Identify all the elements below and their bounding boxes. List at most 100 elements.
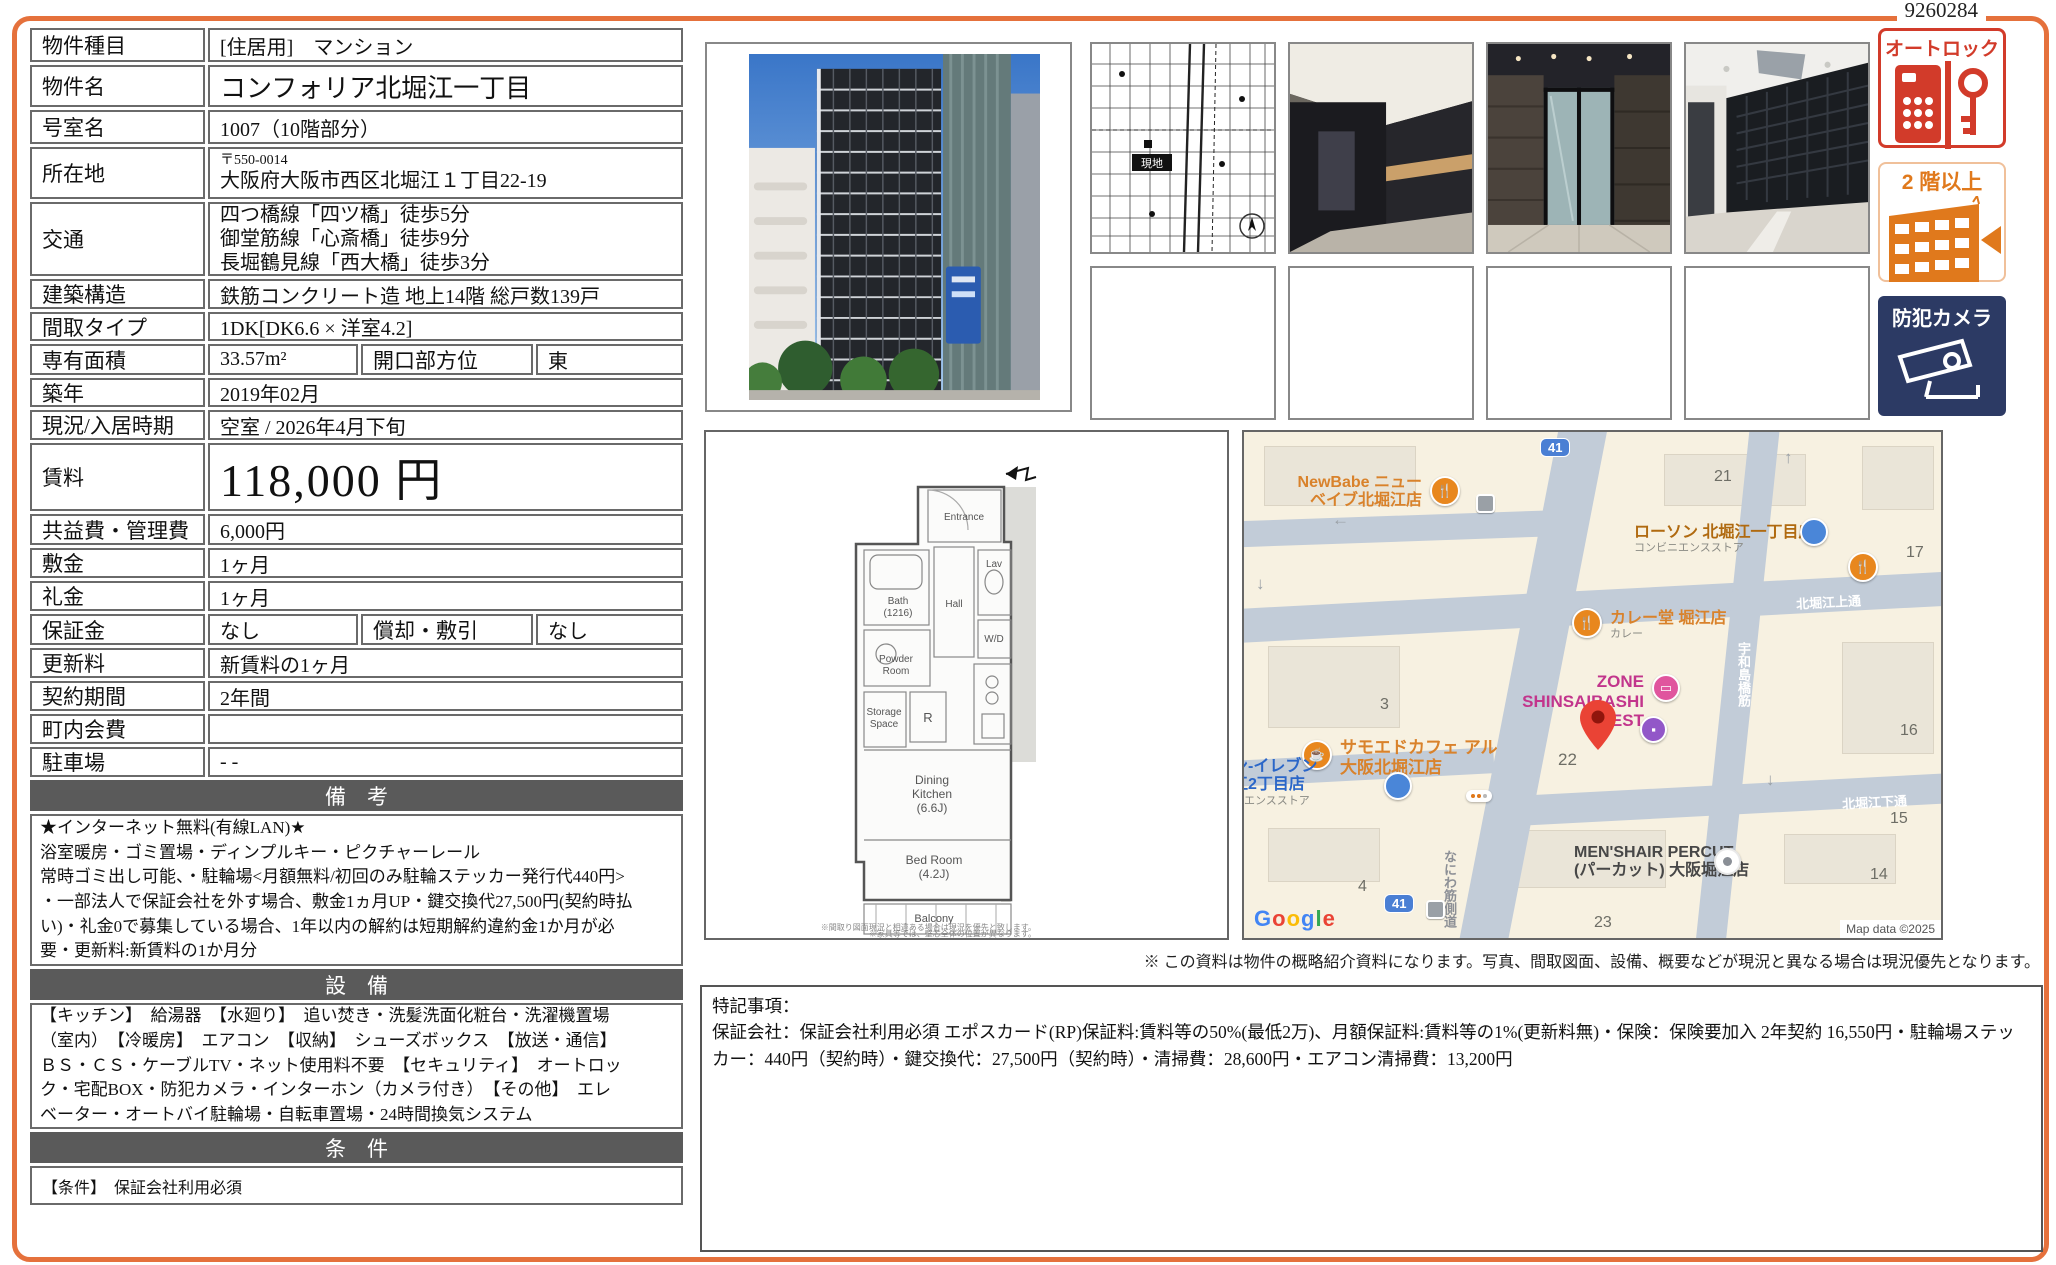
row-value: 6,000円 xyxy=(208,514,683,545)
badge-security-camera-label: 防犯カメラ xyxy=(1878,302,2006,331)
row-label: 賃料 xyxy=(30,443,205,511)
svg-text:※家具等では、壁芯全体の位置が異なります。: ※家具等では、壁芯全体の位置が異なります。 xyxy=(869,929,1036,939)
badge-autolock: オートロック xyxy=(1878,28,2006,148)
svg-text:Kitchen: Kitchen xyxy=(912,787,952,801)
poi-lawson[interactable]: ローソン 北堀江一丁目店 コンビニエンスストア xyxy=(1634,524,1814,555)
poi-newbabe[interactable]: NewBabe ニューベイブ北堀江店 xyxy=(1272,474,1422,511)
destination-pin-icon[interactable] xyxy=(1580,700,1616,750)
restaurant-pin-icon[interactable]: 🍴 xyxy=(1848,552,1878,582)
table-row: 更新料 新賃料の1ヶ月 xyxy=(30,648,683,678)
empty-photo-box xyxy=(1288,266,1474,420)
empty-photo-box xyxy=(1486,266,1672,420)
traffic-signal-icon xyxy=(1466,790,1492,802)
address: 大阪府大阪市西区北堀江１丁目22-19 xyxy=(220,169,547,193)
exterior-photo xyxy=(705,42,1072,412)
row-value: 空室 / 2026年4月下旬 xyxy=(208,410,683,440)
special-notes-body: 保証会社：保証会社利用必須 エポスカード(RP)保証料:賃料等の50%(最低2万… xyxy=(712,1019,2031,1072)
row-label: 築年 xyxy=(30,378,205,407)
site-map-thumbnail: 現地 xyxy=(1090,42,1276,254)
row-value: 鉄筋コンクリート造 地上14階 総戸数139戸 xyxy=(208,279,683,309)
convenience-pin-icon[interactable] xyxy=(1800,518,1828,546)
badge-second-floor-plus: 2 階以上 xyxy=(1878,162,2006,282)
transit-line: 四つ橋線「四ツ橋」徒歩5分 xyxy=(220,203,470,227)
row-value: - - xyxy=(208,747,683,777)
poi-seven-eleven[interactable]: セブン-イレブン北堀江2丁目店 コンビニエンスストア xyxy=(1242,758,1317,807)
table-row: 共益費・管理費 6,000円 xyxy=(30,514,683,545)
row-label: 現況/入居時期 xyxy=(30,410,205,440)
road-label: 宇和島橋筋 xyxy=(1734,642,1753,707)
svg-text:Storage: Storage xyxy=(866,707,901,718)
hotel-pin-icon[interactable]: ▭ xyxy=(1652,674,1680,702)
google-logo: Google xyxy=(1254,906,1336,932)
table-row: 駐車場 - - xyxy=(30,747,683,777)
badge-second-floor-label: 2 階以上 xyxy=(1880,166,2004,196)
block-number: 21 xyxy=(1714,468,1732,486)
row-label: 敷金 xyxy=(30,548,205,578)
row-label-2: 開口部方位 xyxy=(361,344,533,375)
rent-value: 118,000 円 xyxy=(208,443,683,511)
row-value: 1ヶ月 xyxy=(208,548,683,578)
table-row: 専有面積 33.57m² 開口部方位 東 xyxy=(30,344,683,375)
map-copyright: Map data ©2025 xyxy=(1840,920,1941,938)
row-label: 所在地 xyxy=(30,147,205,199)
row-value: 新賃料の1ヶ月 xyxy=(208,648,683,678)
traffic-arrow-icon: ↓ xyxy=(1766,770,1775,790)
svg-text:Dining: Dining xyxy=(915,773,949,787)
transit-line: 御堂筋線「心斎橋」徒歩9分 xyxy=(220,227,470,251)
map-building xyxy=(1862,446,1934,510)
svg-text:W/D: W/D xyxy=(984,634,1003,645)
floorplan-drawing: Entrance Bath (1216) Hall Lav W/D Powder… xyxy=(706,432,1227,938)
convenience-pin-icon[interactable] xyxy=(1384,772,1412,800)
row-label: 更新料 xyxy=(30,648,205,678)
special-notes-title: 特記事項： xyxy=(712,993,2031,1019)
table-row: 号室名 1007（10階部分） xyxy=(30,110,683,144)
poi-curry[interactable]: カレー堂 堀江店 カレー xyxy=(1610,610,1726,641)
map-building xyxy=(1268,828,1380,882)
table-row: 町内会費 xyxy=(30,714,683,744)
corridor-illustration xyxy=(1290,44,1472,252)
property-table: 物件種目 [住居用] マンション 物件名 コンフォリア北堀江一丁目 号室名 10… xyxy=(30,28,683,1205)
special-notes-box: 特記事項： 保証会社：保証会社利用必須 エポスカード(RP)保証料:賃料等の50… xyxy=(700,985,2043,1252)
empty-photo-box xyxy=(1090,266,1276,420)
row-label: 交通 xyxy=(30,202,205,276)
traffic-arrow-icon: ← xyxy=(1332,510,1349,530)
traffic-arrow-icon: ↑ xyxy=(1784,448,1793,468)
table-row: 間取タイプ 1DK[DK6.6 × 洋室4.2] xyxy=(30,312,683,341)
restaurant-pin-icon[interactable]: 🍴 xyxy=(1430,476,1460,506)
row-label-2: 償却・敷引 xyxy=(361,614,533,645)
svg-text:Hall: Hall xyxy=(945,599,962,610)
row-label: 町内会費 xyxy=(30,714,205,744)
svg-text:Bath: Bath xyxy=(888,596,909,607)
row-value: 1ヶ月 xyxy=(208,581,683,611)
joken-content: 【条件】 保証会社利用必須 xyxy=(30,1166,683,1205)
row-label: 保証金 xyxy=(30,614,205,645)
map-building xyxy=(1268,646,1400,728)
row-value: 33.57m² xyxy=(208,344,358,375)
table-row: 礼金 1ヶ月 xyxy=(30,581,683,611)
section-header-biko: 備 考 xyxy=(30,780,683,811)
table-row: 契約期間 2年間 xyxy=(30,681,683,711)
property-sheet: 9260284 物件種目 [住居用] マンション 物件名 コンフォリア北堀江一丁… xyxy=(0,0,2056,1265)
property-name: コンフォリア北堀江一丁目 xyxy=(208,65,683,107)
block-number: 4 xyxy=(1358,878,1367,896)
shop-pin-icon[interactable] xyxy=(1714,848,1741,875)
table-row: 保証金 なし 償却・敷引 なし xyxy=(30,614,683,645)
postal-code: 〒550-0014 xyxy=(220,153,288,170)
row-label: 専有面積 xyxy=(30,344,205,375)
row-label: 建築構造 xyxy=(30,279,205,309)
poi-zone-hotel[interactable]: ZONE SHINSAIBASHIWEST xyxy=(1484,672,1644,731)
svg-text:Entrance: Entrance xyxy=(944,512,984,523)
transit-stop-icon xyxy=(1476,494,1495,513)
google-map[interactable]: 北堀江上通 宇和島橋筋 北堀江下通 なにわ筋側道 41 41 ← ↓ ↑ ↓ N… xyxy=(1242,430,1943,940)
row-value: 1DK[DK6.6 × 洋室4.2] xyxy=(208,312,683,341)
block-number: 17 xyxy=(1906,544,1924,562)
transit-line: 長堀鶴見線「西大橋」徒歩3分 xyxy=(220,251,490,275)
poi-pin-icon[interactable]: ▪ xyxy=(1640,716,1667,743)
site-map-illustration: 現地 xyxy=(1092,44,1274,252)
poi-samoyed-cafe[interactable]: サモエドカフェ アル大阪北堀江店 xyxy=(1340,738,1498,777)
corridor-photo xyxy=(1288,42,1474,254)
route-shield: 41 xyxy=(1384,894,1414,913)
curry-pin-icon[interactable]: 🍴 xyxy=(1572,608,1602,638)
table-row: 交通 四つ橋線「四ツ橋」徒歩5分 御堂筋線「心斎橋」徒歩9分 長堀鶴見線「西大橋… xyxy=(30,202,683,276)
table-row: 築年 2019年02月 xyxy=(30,378,683,407)
